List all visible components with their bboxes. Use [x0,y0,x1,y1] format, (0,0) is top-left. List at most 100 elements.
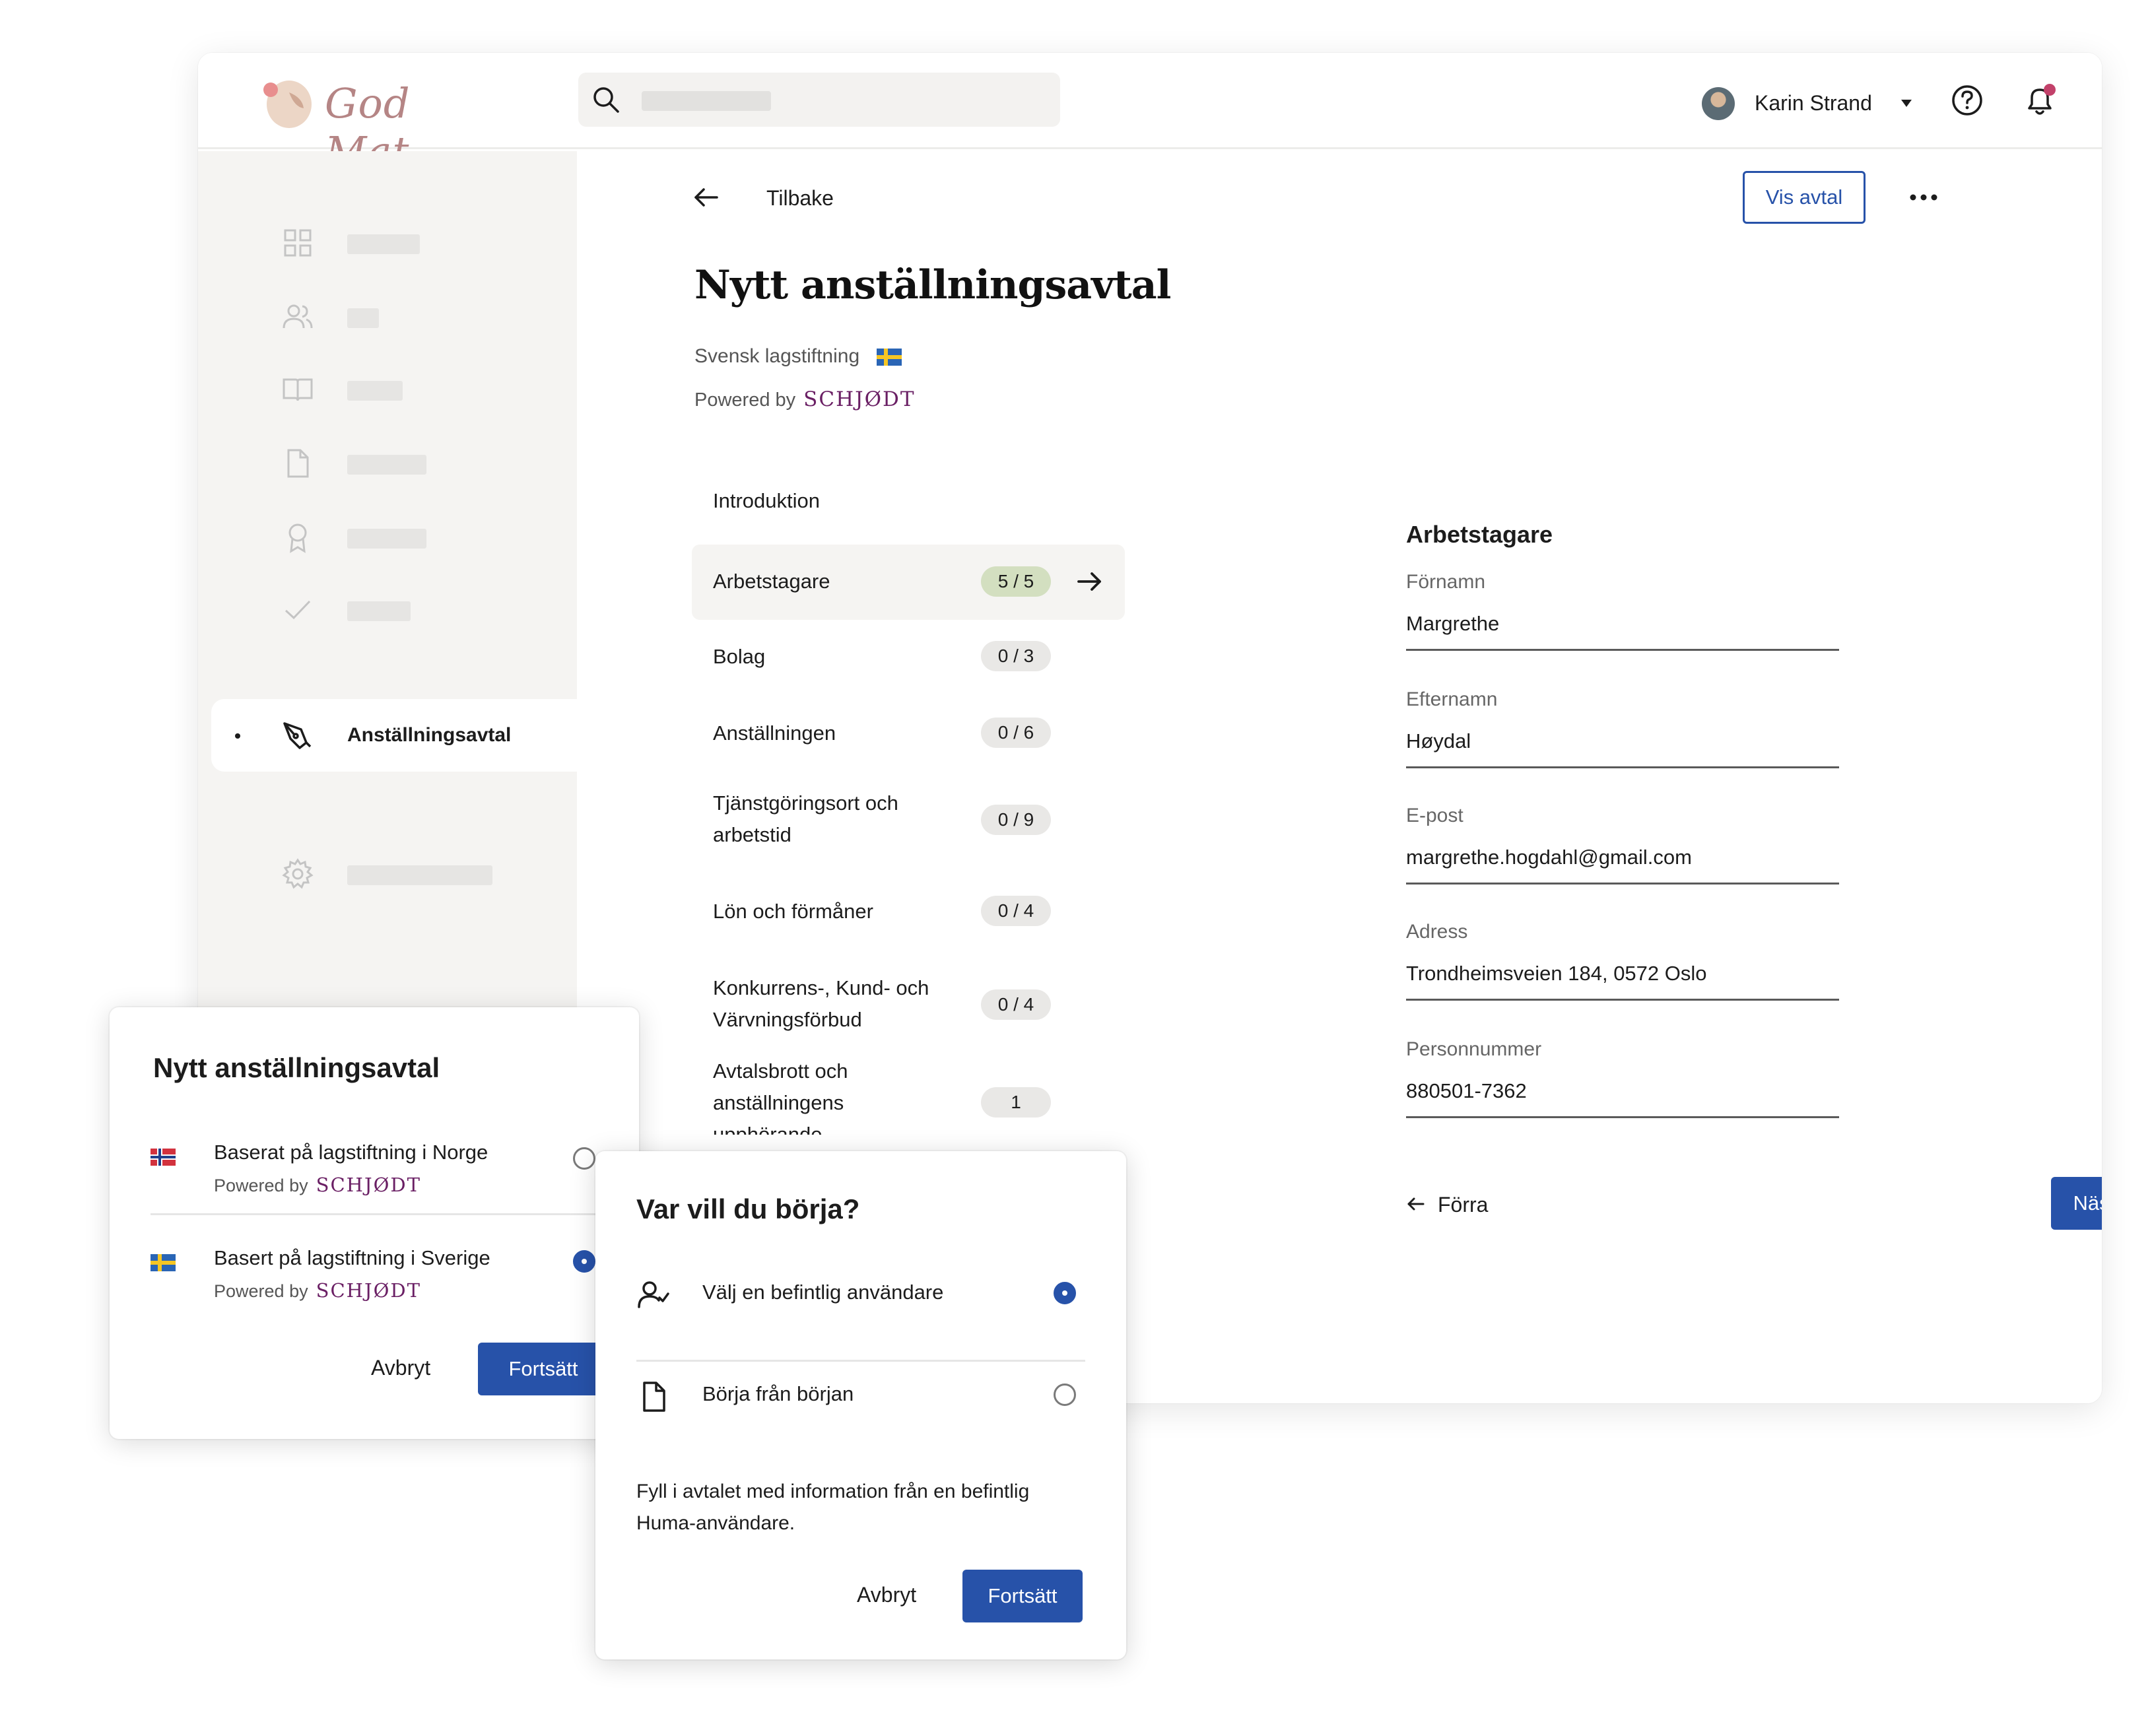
sidebar-label-skeleton [347,865,492,885]
brand-logo[interactable]: God Mat [259,73,457,176]
continue-button[interactable]: Fortsätt [962,1570,1083,1622]
radio-norway[interactable] [573,1147,595,1170]
user-check-icon [638,1281,669,1308]
step-employment[interactable]: Anställningen 0 / 6 [692,700,1125,766]
step-label: Konkurrens-, Kund- och Värvningsförbud [713,972,929,1036]
step-salary-benefits[interactable]: Lön och förmåner 0 / 4 [692,883,1125,949]
cancel-button[interactable]: Avbryt [371,1356,430,1380]
sidebar-item-employment-contract[interactable]: Anställningsavtal [211,699,577,772]
sidebar-item-competence[interactable] [198,501,577,574]
step-non-compete[interactable]: Konkurrens-, Kund- och Värvningsförbud 0… [692,959,1125,1052]
field-label: Förnamn [1406,571,1486,593]
field-value[interactable]: 880501-7362 [1406,1079,1527,1103]
show-contract-button[interactable]: Vis avtal [1743,171,1866,224]
radio-sweden[interactable] [573,1250,595,1273]
previous-label: Förra [1438,1193,1489,1217]
field-label: Adress [1406,921,1468,943]
option-start-blank[interactable]: Börja från början [636,1362,1085,1428]
powered-by: Powered by SCHJØDT [694,387,916,411]
field-underline [1406,766,1839,768]
step-label-line: arbetstid [713,823,791,846]
step-label-line: Tjänstgöringsort och [713,791,898,815]
divider [151,1213,597,1215]
step-workplace-hours[interactable]: Tjänstgöringsort och arbetstid 0 / 9 [692,774,1125,867]
radio-existing-user[interactable] [1054,1282,1076,1304]
step-label: Anställningen [713,721,836,745]
pen-tool-icon [283,722,312,749]
step-breach-termination[interactable]: Avtalsbrott och anställningens upphörand… [692,1055,1125,1135]
help-icon[interactable] [1949,82,1986,119]
field-value[interactable]: Høydal [1406,729,1471,753]
sidebar-item-people[interactable] [198,281,577,353]
avatar [1702,87,1735,120]
step-label: Avtalsbrott och anställningens upphörand… [713,1055,848,1135]
email-field[interactable]: E-post margrethe.hogdahl@gmail.com [1406,805,1839,904]
field-value[interactable]: Margrethe [1406,612,1499,636]
users-icon [283,304,313,329]
search-icon [593,87,619,113]
field-underline [1406,1116,1839,1118]
sidebar-label-skeleton [347,308,379,328]
more-options-icon[interactable] [1904,189,1943,205]
option-sweden[interactable]: Basert på lagstiftning i Sverige Powered… [151,1236,597,1328]
step-label: Introduktion [713,489,820,512]
field-value[interactable]: Trondheimsveien 184, 0572 Oslo [1406,962,1707,985]
sidebar-label-skeleton [347,234,420,254]
check-icon [285,600,311,620]
sidebar-item-dashboard[interactable] [198,207,577,279]
step-progress-badge: 1 [981,1087,1051,1118]
user-name: Karin Strand [1755,91,1872,115]
search-placeholder-skeleton [642,91,771,111]
arrow-left-icon [1407,1197,1425,1211]
sidebar-label-skeleton [347,381,403,401]
law-line: Svensk lagstiftning [694,345,902,368]
user-menu[interactable]: Karin Strand [1702,79,1926,125]
sidebar-item-documents[interactable] [198,427,577,500]
first-name-field[interactable]: Förnamn Margrethe [1406,571,1839,670]
option-label: Välj en befintlig användare [702,1281,944,1304]
dialog-description: Fyll i avtalet med information från en b… [636,1481,1030,1534]
step-label-line: Värvningsförbud [713,1008,862,1031]
sidebar-item-tasks[interactable] [198,574,577,646]
sidebar-label-skeleton [347,455,426,475]
award-icon [288,523,307,553]
powered-by-label: Powered by [694,389,796,411]
settings-icon [282,858,314,889]
book-icon [283,378,313,401]
logo-mark-icon [263,81,312,128]
next-button[interactable]: Nästa [2051,1177,2102,1230]
cancel-button[interactable]: Avbryt [857,1583,916,1607]
radio-start-blank[interactable] [1054,1384,1076,1406]
partner-logo: SCHJØDT [316,1279,421,1302]
step-label-line: Avtalsbrott och [713,1059,848,1083]
last-name-field[interactable]: Efternamn Høydal [1406,688,1839,787]
back-link[interactable]: Tilbake [766,186,834,211]
step-list: Introduktion Arbetstagare 5 / 5 Bolag 0 … [692,455,1127,1135]
partner-logo: SCHJØDT [316,1174,421,1196]
continue-button[interactable]: Fortsätt [478,1343,609,1395]
law-label: Svensk lagstiftning [694,345,860,367]
step-introduction[interactable]: Introduktion [692,476,1125,529]
sidebar-item-handbook[interactable] [198,353,577,426]
option-existing-user[interactable]: Välj en befintlig användare [636,1261,1085,1327]
step-company[interactable]: Bolag 0 / 3 [692,624,1125,690]
page-title: Nytt anställningsavtal [694,262,1171,308]
field-label: Personnummer [1406,1038,1542,1060]
step-label: Lön och förmåner [713,900,873,923]
dialog-title: Var vill du börja? [636,1193,860,1224]
option-powered-by: Powered by SCHJØDT [214,1174,421,1196]
step-label-line: Konkurrens-, Kund- och [713,976,929,999]
bell-icon[interactable] [2020,81,2060,120]
personal-number-field[interactable]: Personnummer 880501-7362 [1406,1038,1839,1137]
search-bar[interactable] [578,73,1060,127]
step-progress-badge: 0 / 9 [981,805,1051,835]
form-title: Arbetstagare [1406,521,1553,548]
option-norway[interactable]: Baserat på lagstiftning i Norge Powered … [151,1130,597,1222]
field-underline [1406,649,1839,651]
field-label: Efternamn [1406,688,1498,710]
step-employee[interactable]: Arbetstagare 5 / 5 [692,545,1125,620]
field-value[interactable]: margrethe.hogdahl@gmail.com [1406,846,1692,869]
sidebar-item-settings[interactable] [198,838,577,910]
address-field[interactable]: Adress Trondheimsveien 184, 0572 Oslo [1406,921,1839,1020]
arrow-left-icon[interactable] [692,183,721,212]
